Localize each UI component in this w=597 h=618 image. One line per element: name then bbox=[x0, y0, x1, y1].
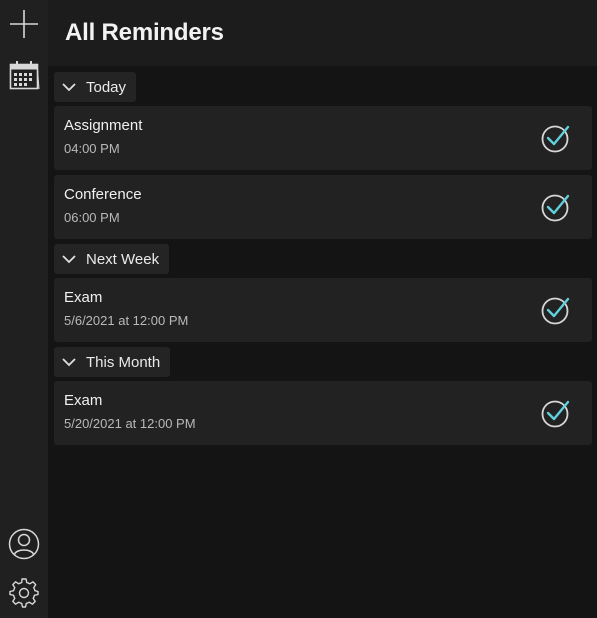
user-icon bbox=[8, 528, 40, 560]
side-rail bbox=[0, 0, 49, 618]
page-title: All Reminders bbox=[65, 19, 224, 46]
reminder-time: 5/6/2021 at 12:00 PM bbox=[64, 313, 189, 328]
chevron-down-icon bbox=[62, 83, 76, 92]
check-circle-icon[interactable] bbox=[540, 122, 572, 154]
reminder-item[interactable]: Assignment 04:00 PM bbox=[54, 106, 592, 170]
calendar-button[interactable] bbox=[4, 55, 44, 95]
reminder-item[interactable]: Exam 5/6/2021 at 12:00 PM bbox=[54, 278, 592, 342]
reminder-item[interactable]: Conference 06:00 PM bbox=[54, 175, 592, 239]
settings-button[interactable] bbox=[4, 573, 44, 613]
group-label: Today bbox=[86, 78, 127, 96]
group-header-this-month[interactable]: This Month bbox=[54, 347, 171, 377]
reminder-time: 06:00 PM bbox=[64, 210, 120, 225]
page-header: All Reminders bbox=[48, 0, 597, 66]
calendar-icon bbox=[9, 61, 40, 90]
gear-icon bbox=[9, 578, 39, 608]
reminders-panel: All Reminders Today Assignment 04:00 PM … bbox=[48, 0, 597, 618]
reminder-title: Assignment bbox=[64, 117, 143, 134]
reminder-item[interactable]: Exam 5/20/2021 at 12:00 PM bbox=[54, 381, 592, 445]
reminder-time: 5/20/2021 at 12:00 PM bbox=[64, 416, 196, 431]
check-circle-icon[interactable] bbox=[540, 294, 572, 326]
app-window: All Reminders Today Assignment 04:00 PM … bbox=[0, 0, 597, 618]
add-reminder-button[interactable] bbox=[4, 4, 44, 44]
plus-icon bbox=[10, 10, 38, 38]
reminder-title: Exam bbox=[64, 392, 103, 409]
reminder-groups: Today Assignment 04:00 PM Conference 06:… bbox=[48, 66, 597, 445]
check-circle-icon[interactable] bbox=[540, 191, 572, 223]
reminder-title: Conference bbox=[64, 186, 142, 203]
chevron-down-icon bbox=[62, 358, 76, 367]
chevron-down-icon bbox=[62, 255, 76, 264]
group-header-next-week[interactable]: Next Week bbox=[54, 244, 170, 274]
reminder-title: Exam bbox=[64, 289, 103, 306]
reminder-time: 04:00 PM bbox=[64, 141, 120, 156]
group-header-today[interactable]: Today bbox=[54, 72, 137, 102]
account-button[interactable] bbox=[4, 524, 44, 564]
check-circle-icon[interactable] bbox=[540, 397, 572, 429]
group-label: This Month bbox=[86, 353, 161, 371]
group-label: Next Week bbox=[86, 250, 160, 268]
